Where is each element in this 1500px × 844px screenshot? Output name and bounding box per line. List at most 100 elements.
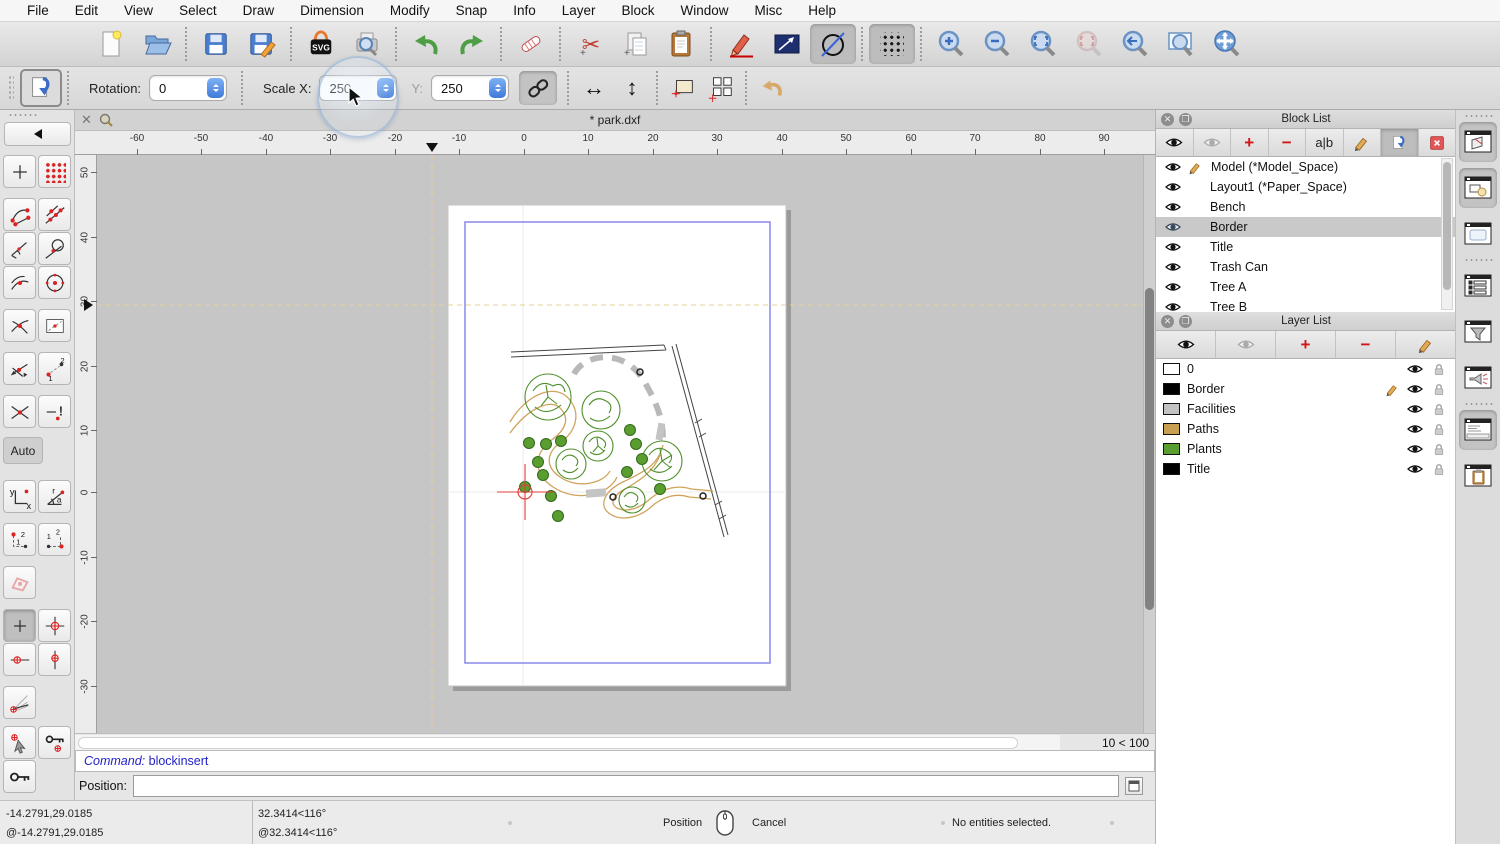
menu-edit[interactable]: Edit xyxy=(62,3,111,18)
scale-x-stepper[interactable] xyxy=(377,78,395,98)
horizontal-scrollbar-thumb[interactable] xyxy=(78,737,1018,749)
visibility-eye-icon[interactable] xyxy=(1406,422,1424,436)
restrict-vertical-button[interactable] xyxy=(38,643,71,676)
block-row-layout1[interactable]: Layout1 (*Paper_Space) xyxy=(1156,177,1456,197)
layer-name[interactable]: Paths xyxy=(1187,422,1219,436)
visibility-eye-icon[interactable] xyxy=(1164,300,1182,312)
layer-row-0[interactable]: 0 xyxy=(1156,359,1456,379)
layer-color-swatch[interactable] xyxy=(1163,423,1180,435)
block-name[interactable]: Trash Can xyxy=(1210,260,1268,274)
lock-icon[interactable] xyxy=(1432,442,1446,457)
visibility-eye-icon[interactable] xyxy=(1406,402,1424,416)
block-row-tree-a[interactable]: Tree A xyxy=(1156,277,1456,297)
set-relative-zero-button[interactable] xyxy=(3,726,36,759)
toggle-property-editor-button[interactable] xyxy=(1459,266,1497,306)
snap-auto-mode-button[interactable]: Auto xyxy=(3,437,43,464)
snap-auto-button[interactable] xyxy=(3,352,36,385)
restrict-horizontal-button[interactable] xyxy=(3,643,36,676)
snap-middle-button[interactable] xyxy=(3,266,36,299)
block-delete-button[interactable] xyxy=(1419,129,1456,156)
dock-drag-handle[interactable] xyxy=(1464,114,1494,118)
visibility-eye-icon[interactable] xyxy=(1406,442,1424,456)
block-list-scrollbar[interactable] xyxy=(1441,158,1453,310)
scale-x-spinner[interactable]: 250 xyxy=(319,75,398,101)
toggle-layer-list-button[interactable] xyxy=(1459,168,1497,208)
menu-window[interactable]: Window xyxy=(668,3,742,18)
layer-color-swatch[interactable] xyxy=(1163,403,1180,415)
menu-misc[interactable]: Misc xyxy=(742,3,796,18)
grid-toggle-button[interactable] xyxy=(869,24,915,64)
block-row-border[interactable]: Border xyxy=(1156,217,1456,237)
block-row-model[interactable]: Model (*Model_Space) xyxy=(1156,157,1456,177)
redo-button[interactable] xyxy=(449,24,495,64)
lockout-button[interactable] xyxy=(3,760,36,793)
layer-hide-all-button[interactable] xyxy=(1216,331,1276,358)
visibility-eye-icon[interactable] xyxy=(1406,362,1424,376)
snap-endpoints-button[interactable] xyxy=(3,198,36,231)
position-input[interactable] xyxy=(132,775,1119,797)
menu-draw[interactable]: Draw xyxy=(230,3,288,18)
snap-grid-button[interactable] xyxy=(38,155,71,188)
snap-reference-button[interactable] xyxy=(38,309,71,342)
menu-help[interactable]: Help xyxy=(795,3,849,18)
block-row-trash-can[interactable]: Trash Can xyxy=(1156,257,1456,277)
layer-color-swatch[interactable] xyxy=(1163,383,1180,395)
layer-row-paths[interactable]: Paths xyxy=(1156,419,1456,439)
zoom-previous-button[interactable] xyxy=(1112,24,1158,64)
visibility-eye-icon[interactable] xyxy=(1164,200,1182,214)
coordinate-polar-button[interactable]: ra xyxy=(38,480,71,513)
block-row-tree-b[interactable]: Tree B xyxy=(1156,297,1456,312)
block-remove-button[interactable]: − xyxy=(1269,129,1306,156)
menu-view[interactable]: View xyxy=(111,3,166,18)
cut-button[interactable]: ✂ + xyxy=(567,24,613,64)
relative-polar-button[interactable]: 12 xyxy=(38,523,71,556)
visibility-eye-icon[interactable] xyxy=(1406,382,1424,396)
rotation-spinner[interactable]: 0 xyxy=(149,75,228,101)
visibility-eye-icon[interactable] xyxy=(1164,160,1182,174)
block-row-bench[interactable]: Bench xyxy=(1156,197,1456,217)
layer-row-plants[interactable]: Plants xyxy=(1156,439,1456,459)
layer-name[interactable]: Border xyxy=(1187,382,1225,396)
single-insert-button[interactable] xyxy=(664,71,702,105)
coordinate-cartesian-button[interactable]: yx xyxy=(3,480,36,513)
zoom-selection-button[interactable] xyxy=(1066,24,1112,64)
toggle-library-browser-button[interactable] xyxy=(1459,214,1497,254)
layer-color-swatch[interactable] xyxy=(1163,363,1180,375)
snap-center-button[interactable] xyxy=(38,266,71,299)
toggle-command-line-button[interactable] xyxy=(1459,410,1497,450)
circle-tool-button[interactable] xyxy=(810,24,856,64)
zoom-auto-button[interactable] xyxy=(1020,24,1066,64)
toggle-block-list-button[interactable] xyxy=(1459,122,1497,162)
dock-drag-handle[interactable] xyxy=(8,113,38,117)
flip-vertical-button[interactable]: ↕ xyxy=(613,71,651,105)
flip-horizontal-button[interactable]: ↔ xyxy=(575,71,613,105)
toggle-clipboard-panel-button[interactable] xyxy=(1459,456,1497,496)
zoom-out-button[interactable] xyxy=(974,24,1020,64)
export-svg-button[interactable]: SVG xyxy=(298,24,344,64)
delete-button[interactable] xyxy=(508,24,554,64)
menu-block[interactable]: Block xyxy=(609,3,668,18)
paste-button[interactable] xyxy=(659,24,705,64)
layer-row-border[interactable]: Border xyxy=(1156,379,1456,399)
block-rename-button[interactable]: a|b xyxy=(1306,129,1344,156)
copy-button[interactable]: + xyxy=(613,24,659,64)
layer-name[interactable]: 0 xyxy=(1187,362,1194,376)
insert-block-tool-button[interactable] xyxy=(20,69,62,107)
menu-select[interactable]: Select xyxy=(166,3,230,18)
restrict-off-button[interactable] xyxy=(3,566,36,599)
block-name[interactable]: Border xyxy=(1210,220,1248,234)
layer-color-swatch[interactable] xyxy=(1163,443,1180,455)
layer-show-all-button[interactable] xyxy=(1156,331,1216,358)
snap-distance-button[interactable]: 12 xyxy=(38,352,71,385)
vertical-scrollbar-thumb[interactable] xyxy=(1145,288,1154,610)
lock-relative-zero-button[interactable] xyxy=(38,726,71,759)
restrict-none-button[interactable] xyxy=(3,609,36,642)
layer-edit-button[interactable] xyxy=(1396,331,1456,358)
block-name[interactable]: Title xyxy=(1210,240,1233,254)
array-insert-button[interactable] xyxy=(702,71,740,105)
block-show-all-button[interactable] xyxy=(1156,129,1194,156)
layer-row-title[interactable]: Title xyxy=(1156,459,1456,479)
snap-tangent-button[interactable] xyxy=(38,232,71,265)
save-button[interactable] xyxy=(193,24,239,64)
relative-cartesian-button[interactable]: 12 xyxy=(3,523,36,556)
